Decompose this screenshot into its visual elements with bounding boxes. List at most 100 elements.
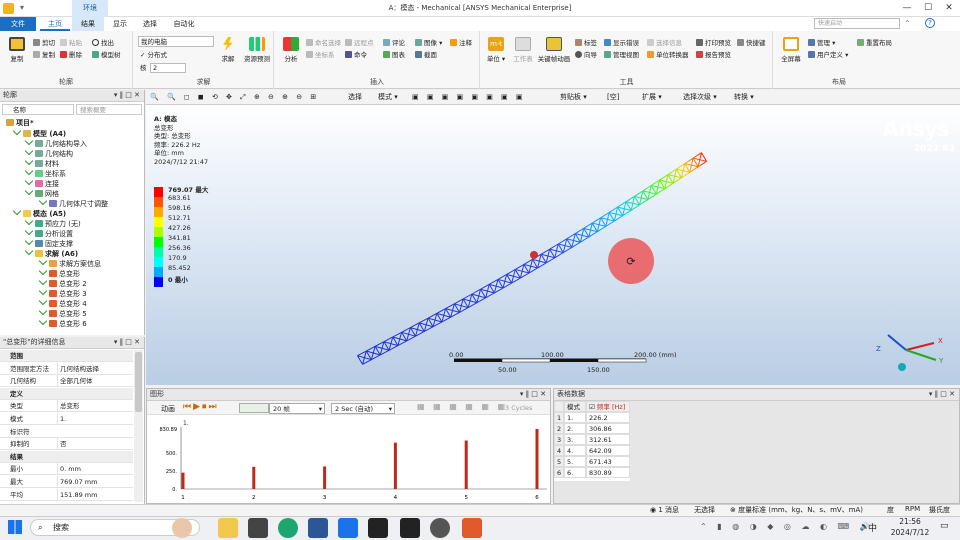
tab-display[interactable]: 显示	[106, 17, 134, 31]
table-cell[interactable]: 6.	[564, 467, 586, 478]
media-app-icon[interactable]	[248, 518, 268, 538]
wizard-button[interactable]: 向导	[575, 50, 597, 60]
table-cell[interactable]: 3.	[564, 434, 586, 445]
table-controls-icon[interactable]: ▾ ‖ □ ✕	[929, 389, 955, 400]
details-row[interactable]: 几何结构 全部几何体	[0, 375, 133, 388]
tab-automation[interactable]: 自动化	[166, 17, 202, 31]
word-icon[interactable]	[308, 518, 328, 538]
remote-point-button[interactable]: 远程点	[345, 38, 374, 48]
image-button[interactable]: 图像 ▾	[415, 38, 442, 48]
keyframe-animation-button[interactable]: 关键帧动画	[537, 37, 571, 63]
coordinate-system-button[interactable]: 坐标系	[306, 50, 335, 60]
table-cell[interactable]: 306.86	[586, 423, 630, 434]
select-secondary-button[interactable]: 选择次级 ▾	[683, 90, 717, 105]
command-button[interactable]: 命令	[345, 50, 367, 60]
tags-button[interactable]: 标签	[575, 38, 597, 48]
messages-status[interactable]: ◉ 1 消息	[650, 505, 679, 515]
paste-button[interactable]: 粘贴	[60, 38, 82, 48]
graph-controls-icon[interactable]: ▾ ‖ □ ✕	[520, 389, 546, 400]
file-explorer-icon[interactable]	[218, 518, 238, 538]
recorder-icon[interactable]	[430, 518, 450, 538]
workbench-icon[interactable]	[368, 518, 388, 538]
report-preview-button[interactable]: 报告预览	[696, 50, 731, 60]
maximize-icon[interactable]: ☐	[918, 0, 938, 17]
outline-search-input[interactable]: 搜索概要	[76, 104, 142, 115]
unit-converter-button[interactable]: 单位转换器	[647, 50, 689, 60]
tab-selection[interactable]: 选择	[136, 17, 164, 31]
playback-controls-icon[interactable]: ⏮▶⏹⏭	[183, 402, 219, 412]
worksheet-button[interactable]: 工作表	[510, 37, 536, 63]
table-cell[interactable]: 6	[554, 467, 564, 478]
edge-browser-icon[interactable]	[278, 518, 298, 538]
details-row[interactable]: 类型 总变形	[0, 400, 133, 413]
table-cell[interactable]: 4	[554, 445, 564, 456]
minimize-icon[interactable]: —	[897, 0, 917, 17]
details-section[interactable]: 范围	[0, 350, 133, 362]
distributed-checkbox[interactable]: ✓ 分布式	[140, 50, 167, 60]
panel-controls-icon[interactable]: ▾ ‖ □ ✕	[114, 90, 140, 101]
details-section[interactable]: 定义	[0, 387, 133, 400]
selection-info-button[interactable]: 选择信息	[647, 38, 682, 48]
convert-button[interactable]: 转换 ▾	[734, 90, 754, 105]
select-button[interactable]: 选择	[348, 90, 362, 105]
tree-button[interactable]: 模型树	[92, 50, 121, 60]
extend-button[interactable]: 扩展 ▾	[642, 90, 662, 105]
context-tab-environment[interactable]: 环境	[72, 0, 108, 17]
outline-name-column[interactable]: 名称	[2, 104, 74, 115]
table-cell[interactable]: 830.89	[586, 467, 630, 478]
quick-launch-input[interactable]: 快速启动	[814, 18, 900, 29]
clipboard-button[interactable]: 剪贴板 ▾	[560, 90, 587, 105]
cut-button[interactable]: 剪切	[33, 38, 55, 48]
tree-item[interactable]: 总变形 6	[38, 316, 87, 329]
table-cell[interactable]: 5.	[564, 456, 586, 467]
table-cell[interactable]: 312.61	[586, 434, 630, 445]
mode-button[interactable]: 模式 ▾	[378, 90, 398, 105]
table-cell[interactable]: 1.	[564, 412, 586, 423]
copy-small-button[interactable]: 复制	[33, 50, 55, 60]
frame-view-icons[interactable]	[239, 403, 269, 413]
table-cell[interactable]	[554, 401, 564, 412]
show-errors-button[interactable]: 显示错误	[604, 38, 639, 48]
table-cell[interactable]: 2.	[564, 423, 586, 434]
shortcuts-button[interactable]: 快捷键	[737, 38, 766, 48]
frames-select[interactable]: 20 帧 ▾	[269, 403, 325, 414]
table-cell[interactable]: 671.43	[586, 456, 630, 467]
copy-big-button[interactable]: 复制	[5, 37, 29, 63]
section-button[interactable]: 截面	[415, 50, 437, 60]
table-cell[interactable]: 3	[554, 434, 564, 445]
help-icon[interactable]: ?	[925, 18, 935, 28]
units-status[interactable]: ⊗ 度量标准 (mm、kg、N、s、mV、mA)	[730, 505, 863, 515]
system-tray-icons[interactable]: ⌃ ▮ ◍ ◑ ◆ ◎ ☁ ◐ ⌨ 🔊	[700, 522, 874, 531]
user-defined-button[interactable]: 用户定义 ▾	[808, 50, 848, 60]
resource-predict-button[interactable]: 资源预测	[242, 37, 272, 63]
fullscreen-button[interactable]: 全屏幕	[778, 37, 804, 63]
details-scrollbar[interactable]	[134, 350, 143, 502]
print-preview-button[interactable]: 打印预览	[696, 38, 731, 48]
tab-results[interactable]: 结果	[72, 17, 104, 31]
table-cell[interactable]: ☑ 频率 [Hz]	[586, 401, 630, 412]
cycles-button[interactable]: 3 Cycles	[505, 404, 532, 412]
delete-button[interactable]: 删除	[60, 50, 82, 60]
table-cell[interactable]: 642.09	[586, 445, 630, 456]
checkbox-checked-icon[interactable]: ☑	[589, 403, 597, 411]
export-icons[interactable]: ▦ ▦ ▦ ▦ ▦ ▦	[417, 402, 508, 411]
details-row[interactable]: 最小 0. mm	[0, 463, 133, 476]
details-section[interactable]: 结果	[0, 450, 133, 463]
quick-access-icon[interactable]: ▾	[20, 3, 24, 12]
table-cell[interactable]: 2	[554, 423, 564, 434]
details-row[interactable]: 模式 1.	[0, 413, 133, 425]
chart-button[interactable]: 图表	[383, 50, 405, 60]
comment-button[interactable]: 评论	[383, 38, 405, 48]
solve-target-select[interactable]: 我的电脑	[138, 36, 214, 47]
analysis-button[interactable]: 分析	[280, 37, 302, 63]
named-selection-button[interactable]: 命名选择	[306, 38, 341, 48]
manage-views-button[interactable]: 管理视图	[604, 50, 639, 60]
mail-icon[interactable]	[338, 518, 358, 538]
windows-start-icon[interactable]	[8, 520, 22, 534]
tab-file[interactable]: 文件	[0, 17, 36, 31]
reset-layout-button[interactable]: 重置布局	[857, 38, 892, 48]
find-button[interactable]: 找出	[92, 38, 114, 48]
details-row[interactable]: 标识符	[0, 426, 133, 438]
solve-button[interactable]: 求解	[216, 37, 240, 63]
view-tools-icons[interactable]: 🔍 🔍 ◻ ◼ ⟲ ✥ ⤢ ⊕ ⊖ ⊕ ⊖ ⊞	[150, 90, 319, 105]
